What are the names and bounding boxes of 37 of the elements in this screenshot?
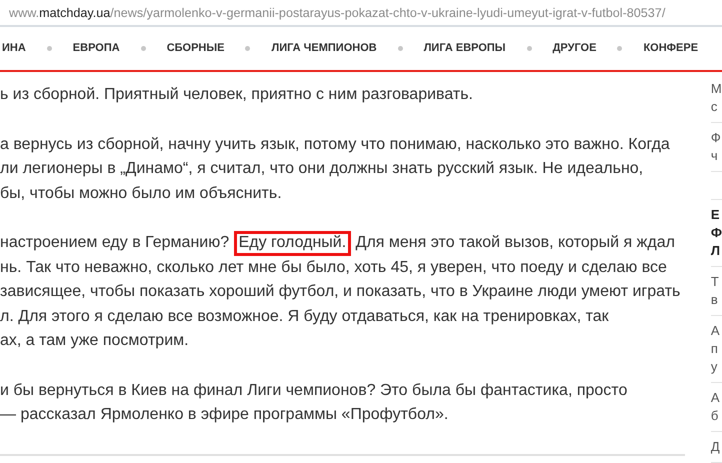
nav-link[interactable]: СБОРНЫЕ <box>166 40 224 57</box>
nav-link[interactable]: ЛИГА ЧЕМПИОНОВ <box>271 40 377 57</box>
sidebar-item[interactable]: А п у <box>710 316 722 383</box>
article-text: Для меня это такой вызов, который я ждал <box>354 233 675 253</box>
article-text: настроением еду в Германию? <box>0 233 230 253</box>
article-text: ли легионеры в „Динамо“, я считал, что они должны знать русский язык. Не идеально, <box>0 159 644 179</box>
url-path: /news/yarmolenko-v-germanii-postarayus-pokazat-chto-v-ukraine-lyudi-umeyut-igrat-v-futbol-80537/ <box>110 5 666 22</box>
nav-link[interactable]: КОНФЕРЕ <box>643 40 698 57</box>
nav-link[interactable]: ЕВРОПА <box>72 40 120 57</box>
nav-link[interactable]: ЛИГА ЕВРОПЫ <box>424 40 506 57</box>
article-text: нь. Так что неважно, сколько лет мне бы было, хоть 45, я уверен, что поеду и сделаю все <box>0 258 667 278</box>
article-text: л. Для этого я сделаю все возможное. Я буду отдаваться, как на тренировках, так <box>0 306 609 326</box>
bullet-icon <box>140 46 146 51</box>
highlighted-text: Еду голодный. <box>234 231 352 256</box>
bullet-icon <box>617 46 622 51</box>
sidebar-item[interactable]: А б <box>710 383 722 432</box>
article-text: и бы вернуться в Киев на финал Лиги чемпионов? Это была бы фантастика, просто <box>0 380 628 400</box>
sidebar-item[interactable]: Д <box>710 432 722 463</box>
nav-link[interactable]: ИНА <box>2 40 26 57</box>
article-text: ах, а там уже посмотрим. <box>0 331 189 351</box>
article-text: бы, чтобы можно было им объяснить. <box>0 184 282 204</box>
bullet-icon <box>526 46 532 51</box>
article-text: а вернусь из сборной, начну учить язык, потому что понимаю, насколько это важно. Когда <box>0 134 670 154</box>
url-prefix: www. <box>9 5 40 22</box>
sidebar-item[interactable]: М с <box>710 74 722 123</box>
article-text: ь из сборной. Приятный человек, приятно с ним разговаривать. <box>0 85 473 105</box>
url-domain: matchday.ua <box>39 5 110 22</box>
nav-link[interactable]: ДРУГОЕ <box>552 40 596 57</box>
bullet-icon <box>245 46 250 51</box>
address-bar[interactable]: www.matchday.ua/news/yarmolenko-v-germanii-postarayus-pokazat-chto-v-ukraine-lyudi-umeyut-igrat-v-futbol-80537/ <box>0 0 722 27</box>
bullet-icon <box>398 46 403 51</box>
article-text: — рассказал Ярмоленко в эфире программы «Профутбол». <box>0 405 448 425</box>
bullet-icon <box>46 46 52 51</box>
sidebar-item[interactable]: Ф ч <box>710 123 722 172</box>
sidebar-item[interactable]: Т в <box>710 267 722 316</box>
sidebar-item[interactable]: Е Ф Л <box>710 200 722 267</box>
article-text: зависящее, чтобы показать хороший футбол, и показать, что в Украине люди умеют играть <box>0 282 680 302</box>
